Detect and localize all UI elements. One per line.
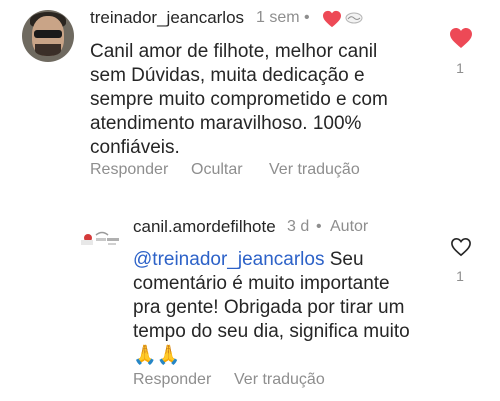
author-label: Autor: [330, 218, 369, 235]
creator-avatar-mini-icon: [345, 12, 363, 24]
praying-hands-emoji: 🙏🙏: [133, 345, 181, 366]
comment-line: confiáveis.: [90, 137, 180, 158]
comment-text: Canil amor de filhote, melhor canil sem …: [90, 40, 388, 160]
reply-line: pra gente! Obrigada por tirar um: [133, 297, 405, 318]
reply-reply-button[interactable]: Responder: [133, 371, 211, 389]
reply-avatar[interactable]: [78, 226, 122, 250]
comment-time: 1 sem: [256, 9, 300, 26]
creator-liked-heart-icon: [323, 10, 341, 28]
reply-button[interactable]: Responder: [90, 161, 168, 179]
reply-like-heart-icon[interactable]: [450, 237, 472, 257]
mention-link[interactable]: @treinador_jeancarlos: [133, 249, 324, 270]
reply-time: 3 d: [287, 218, 310, 235]
comment-line: sempre muito comprometido e com: [90, 89, 388, 110]
comment-line: Canil amor de filhote, melhor canil: [90, 41, 378, 62]
reply-line: tempo do seu dia, significa muito: [133, 321, 410, 342]
comment-line: atendimento maravilhoso. 100%: [90, 113, 362, 134]
reply-text: @treinador_jeancarlos Seu comentário é m…: [133, 248, 410, 368]
reply-line: comentário é muito importante: [133, 273, 390, 294]
reply-username[interactable]: canil.amordefilhote: [133, 217, 276, 237]
separator-dot: •: [316, 218, 322, 235]
hide-button[interactable]: Ocultar: [191, 161, 243, 179]
separator-dot: •: [304, 9, 310, 26]
see-translation-button[interactable]: Ver tradução: [269, 161, 360, 179]
like-count: 1: [456, 60, 464, 76]
comment-line: sem Dúvidas, muita dedicação e: [90, 65, 365, 86]
avatar[interactable]: [22, 10, 74, 62]
reply-see-translation-button[interactable]: Ver tradução: [234, 371, 325, 389]
reply-line: Seu: [329, 249, 364, 270]
reply-like-count: 1: [456, 268, 464, 284]
like-heart-icon[interactable]: [449, 27, 473, 49]
comment-username[interactable]: treinador_jeancarlos: [90, 8, 244, 28]
